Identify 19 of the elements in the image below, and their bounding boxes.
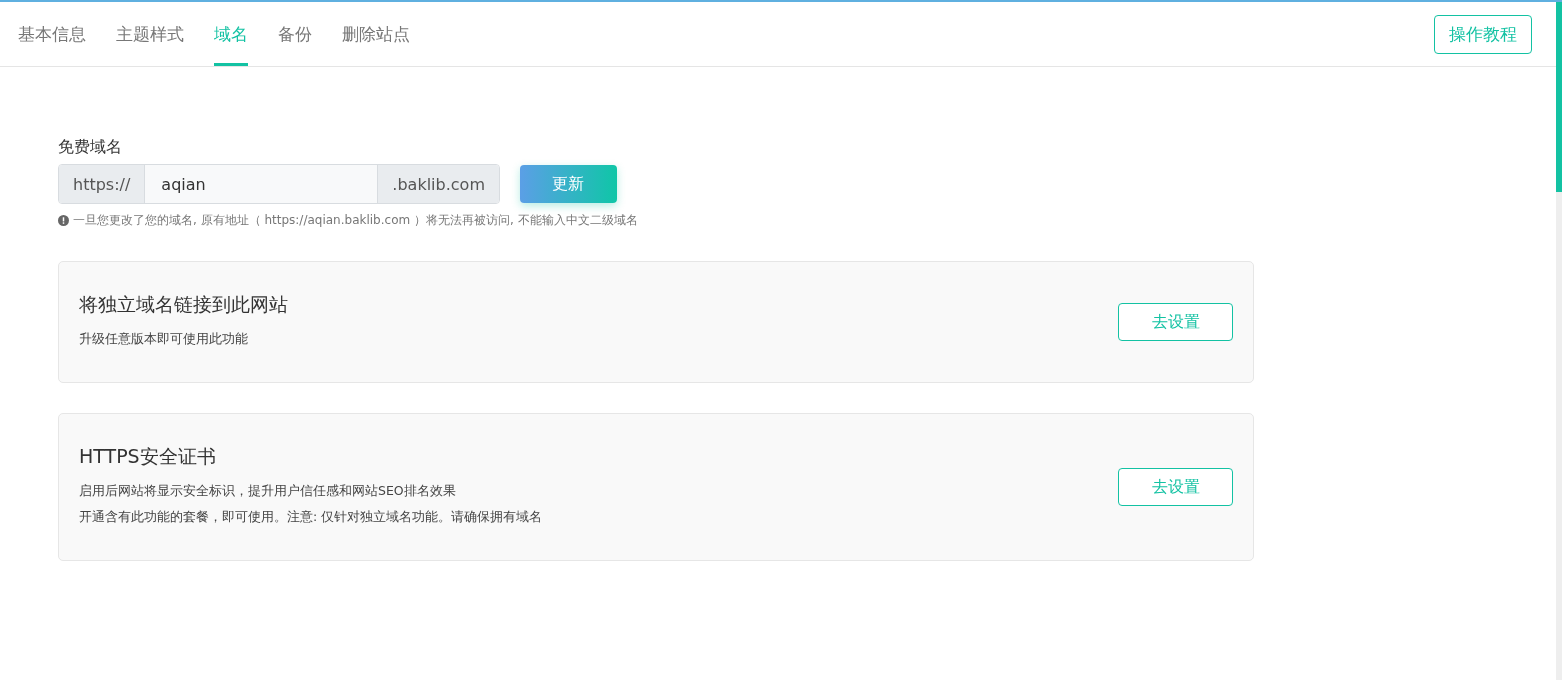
card-description: 启用后网站将显示安全标识，提升用户信任感和网站SEO排名效果 [79,482,457,500]
exclamation-icon [58,215,69,226]
notice-text: 一旦您更改了您的域名, 原有地址（ https://aqian.baklib.com ）将无法再被访问, 不能输入中文二级域名 [73,212,638,229]
update-button[interactable]: 更新 [520,165,617,203]
card-description: 升级任意版本即可使用此功能 [79,330,249,348]
setup-button[interactable]: 去设置 [1118,468,1233,506]
tab[interactable]: 备份 [278,2,312,66]
card-title: HTTPS安全证书 [79,444,217,469]
field-label: 免费域名 [58,137,123,158]
tab[interactable]: 主题样式 [116,2,184,66]
setup-button[interactable]: 去设置 [1118,303,1233,341]
domain-field[interactable]: https:// aqian .baklib.com [58,164,500,204]
tab[interactable]: 基本信息 [18,2,86,66]
prefix-addon: https:// [59,165,145,203]
tab[interactable]: 删除站点 [342,2,410,66]
card-title: 将独立域名链接到此网站 [79,292,289,317]
suffix-addon: .baklib.com [378,165,499,203]
scrollbar[interactable] [1556,2,1562,680]
card-description: 开通含有此功能的套餐，即可使用。注意: 仅针对独立域名功能。请确保拥有域名 [79,508,544,526]
